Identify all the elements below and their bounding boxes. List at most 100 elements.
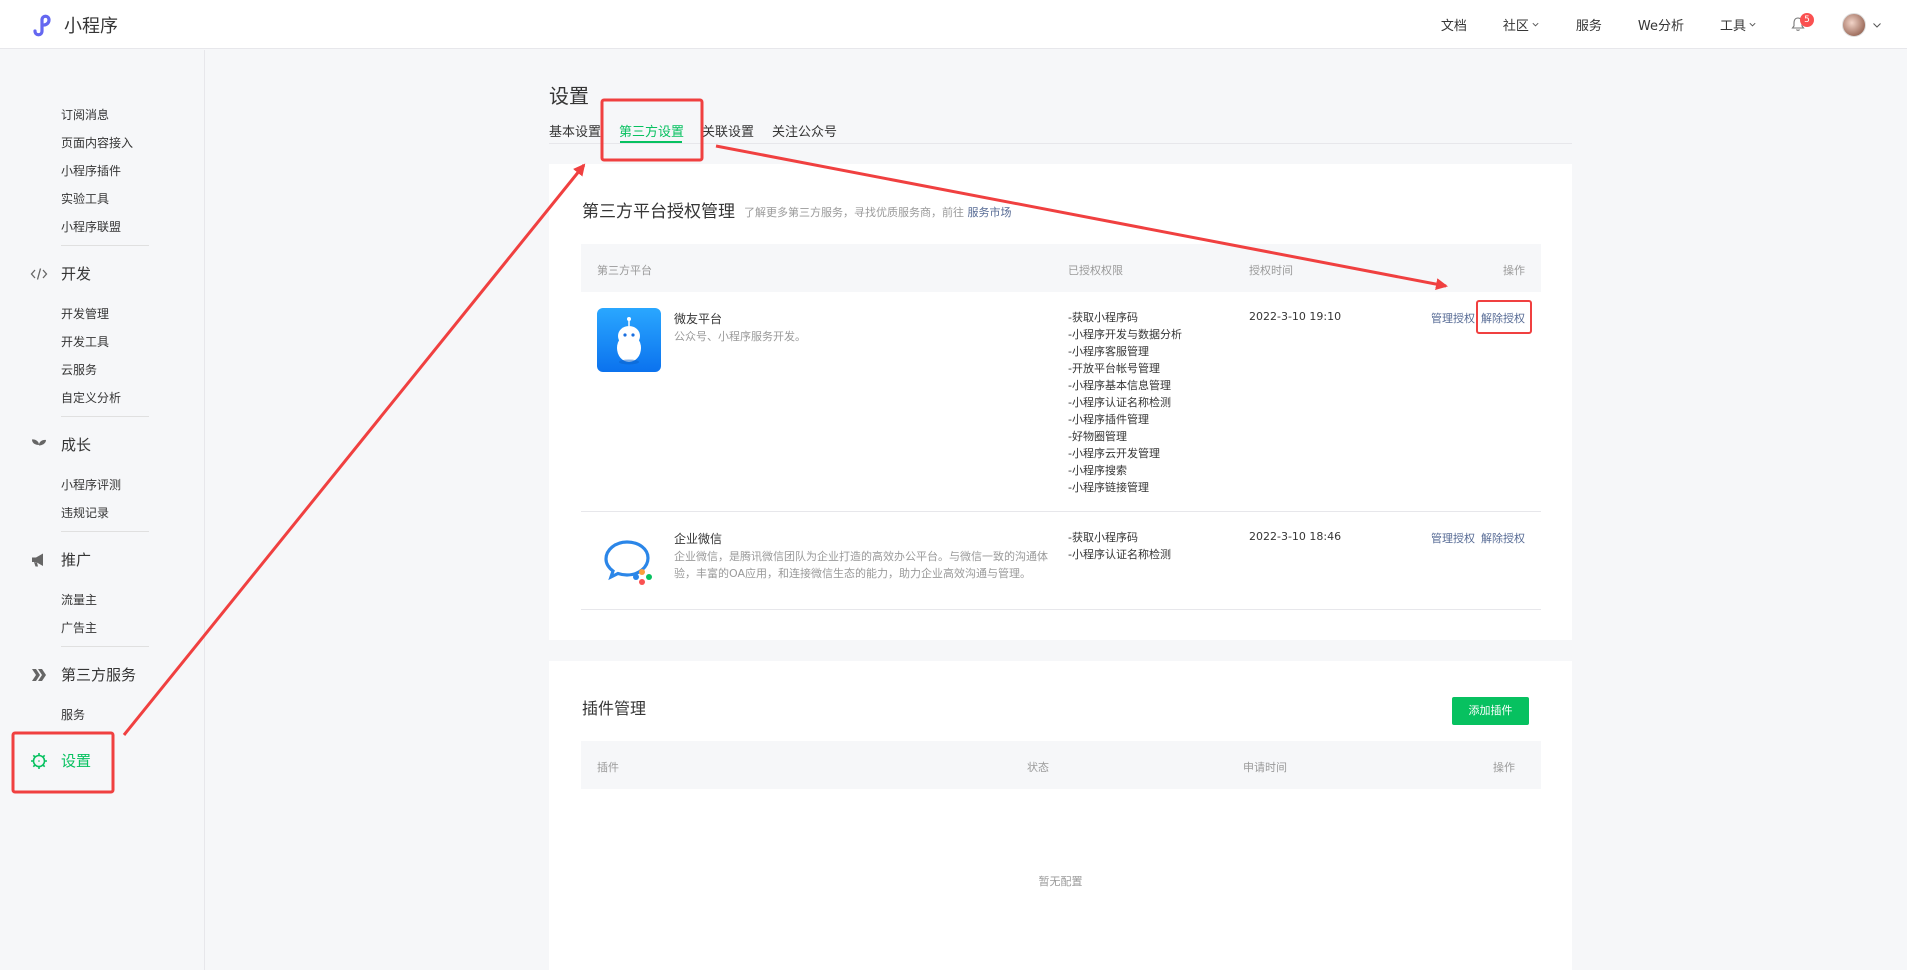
wework-logo [597,528,661,592]
divider [61,245,149,246]
auth-subtitle-text: 了解更多第三方服务，寻找优质服务商，前往 [744,206,964,219]
permission-item: -小程序链接管理 [1068,481,1149,494]
nav-we-analysis-label: We分析 [1637,19,1684,34]
nav-tools[interactable]: 工具 [1720,15,1757,34]
empty-state-text: 暂无配置 [1038,875,1083,888]
manage-auth-link[interactable]: 管理授权 [1431,310,1475,326]
sidebar-item-dev-manage[interactable]: 开发管理 [61,305,109,322]
service-market-link[interactable]: 服务市场 [968,206,1012,219]
gear-icon [31,752,47,769]
sidebar-head-settings-label: 设置 [61,752,92,770]
permission-item: -获取小程序码 [1068,531,1138,544]
chevron-down-icon [1532,22,1539,27]
sidebar-head-growth-label: 成长 [61,436,92,454]
sidebar-item-page-content[interactable]: 页面内容接入 [61,134,133,151]
tab-thirdparty-settings[interactable]: 第三方设置 [619,121,684,140]
col-plugin: 插件 [597,761,619,774]
wework-icon [604,540,652,585]
sidebar-head-dev-label: 开发 [61,265,92,283]
col-operation: 操作 [1503,264,1525,277]
auth-table-header: 第三方平台 已授权权限 授权时间 操作 [581,244,1541,292]
revoke-auth-link[interactable]: 解除授权 [1481,310,1525,326]
sidebar-item-service[interactable]: 服务 [61,706,85,723]
permission-list: -获取小程序码 -小程序开发与数据分析 -小程序客服管理 -开放平台帐号管理 -… [1068,309,1182,496]
permission-list: -获取小程序码 -小程序认证名称检测 [1068,529,1171,563]
sidebar-item-plugin[interactable]: 小程序插件 [61,162,121,179]
divider [61,531,149,532]
add-plugin-button[interactable]: 添加插件 [1452,697,1529,725]
tab-link-settings[interactable]: 关联设置 [702,121,754,140]
megaphone-icon [32,553,43,566]
sidebar-head-promo-label: 推广 [61,551,92,569]
sidebar-head-settings[interactable]: 设置 [30,750,91,771]
plugin-section-title: 插件管理 [582,699,647,718]
col-platform: 第三方平台 [597,264,652,277]
auth-section-title: 第三方平台授权管理 [582,202,735,222]
sidebar-item-advertiser[interactable]: 广告主 [61,619,97,636]
sidebar-head-dev[interactable]: 开发 [30,263,91,284]
auth-section-subtitle: 了解更多第三方服务，寻找优质服务商，前往 服务市场 [744,204,1012,220]
permission-item: -好物圈管理 [1068,430,1127,443]
nav-we-analysis[interactable]: We分析 [1638,15,1684,34]
sidebar-head-promo[interactable]: 推广 [30,549,91,570]
tab-follow-official[interactable]: 关注公众号 [772,121,837,140]
nav-service[interactable]: 服务 [1576,15,1602,34]
table-row: 企业微信 企业微信，是腾讯微信团队为企业打造的高效办公平台。与微信一致的沟通体验… [581,512,1541,610]
col-apply-time: 申请时间 [1243,761,1287,774]
auth-card: 第三方平台授权管理 了解更多第三方服务，寻找优质服务商，前往 服务市场 第三方平… [549,164,1572,640]
active-tab-indicator [620,141,682,143]
col-status: 状态 [1027,761,1049,774]
sidebar-item-union[interactable]: 小程序联盟 [61,218,121,235]
plugin-table-header: 插件 状态 申请时间 操作 [581,741,1541,789]
sidebar-head-thirdparty[interactable]: 第三方服务 [30,664,136,685]
code-icon [30,267,48,280]
robot-mascot-icon [617,317,641,365]
auth-time: 2022-3-10 18:46 [1249,530,1342,543]
col-auth-time: 授权时间 [1249,264,1293,277]
sidebar-item-lab-tools[interactable]: 实验工具 [61,190,109,207]
row-operations: 管理授权 解除授权 [1431,530,1525,546]
permission-item: -小程序搜索 [1068,464,1127,477]
manage-auth-link[interactable]: 管理授权 [1431,530,1475,546]
nav-service-label: 服务 [1575,19,1602,34]
sidebar-item-violation[interactable]: 违规记录 [61,504,109,521]
permission-item: -小程序开发与数据分析 [1068,328,1182,341]
nav-docs[interactable]: 文档 [1441,15,1467,34]
sidebar-head-thirdparty-label: 第三方服务 [61,666,137,684]
avatar[interactable] [1842,13,1866,37]
plugin-card: 插件管理 添加插件 插件 状态 申请时间 操作 暂无配置 [549,661,1572,970]
sidebar-item-subscribe-msg[interactable]: 订阅消息 [61,106,109,123]
divider [61,646,149,647]
auth-time: 2022-3-10 19:10 [1249,310,1342,323]
table-row: 微友平台 公众号、小程序服务开发。 -获取小程序码 -小程序开发与数据分析 -小… [581,292,1541,512]
chevron-down-icon [1749,22,1756,27]
permission-item: -小程序认证名称检测 [1068,396,1171,409]
logo[interactable]: 小程序 [30,12,118,38]
nav-community[interactable]: 社区 [1503,15,1540,34]
platform-desc: 公众号、小程序服务开发。 [674,330,806,343]
chevron-down-icon[interactable] [1872,20,1882,30]
platform-name: 微友平台 [674,312,723,326]
weiyou-logo [597,308,661,372]
permission-item: -小程序认证名称检测 [1068,548,1171,561]
mini-program-logo-icon [33,14,51,37]
sidebar-item-cloud[interactable]: 云服务 [61,361,97,378]
nav-community-label: 社区 [1502,19,1529,34]
page-title: 设置 [549,84,589,108]
notification-badge: 5 [1800,13,1814,27]
sidebar-head-growth[interactable]: 成长 [30,434,91,455]
sidebar-item-traffic-owner[interactable]: 流量主 [61,591,97,608]
permission-item: -小程序基本信息管理 [1068,379,1171,392]
permission-item: -开放平台帐号管理 [1068,362,1160,375]
divider [61,416,149,417]
top-bar: 小程序 文档 社区 服务 We分析 工具 5 [0,0,1907,49]
sidebar-item-custom-analysis[interactable]: 自定义分析 [61,389,121,406]
app-name: 小程序 [64,16,118,37]
revoke-auth-link[interactable]: 解除授权 [1481,530,1525,546]
tab-basic-settings[interactable]: 基本设置 [549,121,601,140]
sidebar: 订阅消息 页面内容接入 小程序插件 实验工具 小程序联盟 开发 开发管理 开发工… [0,50,205,970]
sidebar-item-dev-tools[interactable]: 开发工具 [61,333,109,350]
permission-item: -获取小程序码 [1068,311,1138,324]
sidebar-item-review[interactable]: 小程序评测 [61,476,121,493]
nav-tools-label: 工具 [1719,19,1746,34]
